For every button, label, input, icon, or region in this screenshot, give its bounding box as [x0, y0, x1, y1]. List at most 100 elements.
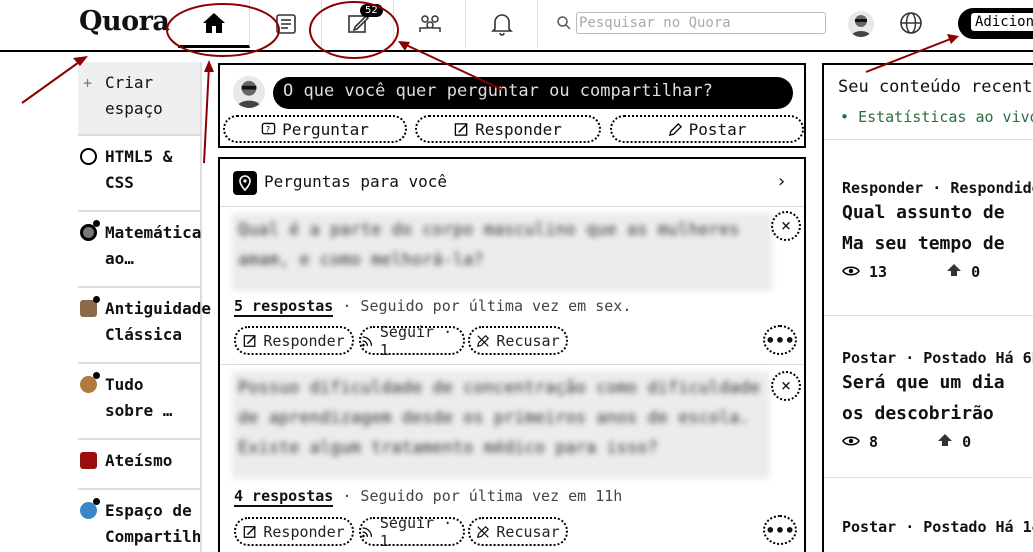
feed-title: Perguntas para você — [264, 172, 448, 191]
pencil-square-icon — [244, 334, 257, 347]
question-text[interactable]: Qual é a parte do corpo masculino que as… — [232, 213, 772, 291]
live-dot-icon: • — [840, 108, 850, 126]
pencil-square-icon — [244, 525, 257, 538]
more-options-icon[interactable]: ••• — [763, 325, 797, 355]
ask-input[interactable]: O que você quer perguntar ou compartilha… — [273, 77, 793, 109]
sidebar-item-label: Ateísmo — [105, 451, 173, 470]
followed-info: · Seguido por última vez em 11h — [342, 487, 623, 505]
sidebar-item-label: Matemática ao… — [105, 223, 202, 268]
profile-avatar[interactable] — [848, 11, 874, 37]
views-count: 8 — [869, 433, 879, 451]
people-icon — [418, 15, 441, 32]
search-bar[interactable] — [556, 9, 832, 37]
respond-label: Responder — [263, 331, 345, 350]
recent-content-panel: Seu conteúdo recente • Estatísticas ao v… — [822, 63, 1033, 552]
sidebar-item-label: Antiguidade Clássica — [105, 299, 211, 344]
feed-header[interactable]: Perguntas para você › — [220, 159, 804, 207]
recent-item-stats: 8 0 — [842, 433, 1033, 451]
question-card: Possuo dificuldade de concentração como … — [220, 365, 804, 552]
spaces-button[interactable] — [394, 0, 466, 48]
answer-nav-button[interactable] — [322, 0, 394, 48]
upvotes-count: 0 — [971, 263, 981, 281]
decline-button[interactable]: Recusar — [468, 326, 568, 355]
sidebar-item-ateismo[interactable]: Ateísmo — [78, 440, 202, 490]
sidebar-item-matematica[interactable]: Matemática ao… — [78, 212, 202, 288]
add-question-button[interactable]: Adiciona — [958, 8, 1033, 39]
views-count: 13 — [869, 263, 888, 281]
questions-feed: Perguntas para você › Qual é a parte do … — [218, 157, 806, 552]
rss-icon — [362, 335, 373, 346]
ask-box: O que você quer perguntar ou compartilha… — [218, 63, 806, 148]
chevron-right-icon[interactable]: › — [776, 171, 787, 192]
unread-dot — [93, 220, 100, 227]
following-icon — [275, 14, 296, 34]
home-icon — [202, 12, 225, 33]
unread-dot — [93, 372, 100, 379]
pencil-icon — [668, 122, 682, 136]
decline-button[interactable]: Recusar — [468, 517, 568, 546]
follow-button[interactable]: Seguir · 1 — [359, 323, 465, 359]
quora-logo[interactable]: Quora — [79, 6, 170, 37]
post-button[interactable]: Postar — [610, 115, 804, 143]
eye-icon — [842, 266, 860, 276]
home-arrow — [203, 65, 210, 164]
respond-label: Responder — [263, 522, 345, 541]
user-avatar — [233, 76, 265, 108]
question-card: Qual é a parte do corpo masculino que as… — [220, 207, 804, 364]
recent-item-question[interactable]: Será que um dia os descobrirão uma mane — [842, 367, 1032, 429]
answer-label: Responder — [475, 119, 562, 139]
close-icon[interactable]: × — [771, 371, 801, 401]
sidebar-item-html5-css[interactable]: HTML5 & CSS — [78, 136, 202, 212]
question-meta: 4 respostas · Seguido por última vez em … — [234, 487, 623, 507]
answers-count[interactable]: 5 respostas — [234, 297, 334, 317]
respond-button[interactable]: Responder — [234, 326, 354, 355]
respond-button[interactable]: Responder — [234, 517, 354, 546]
search-icon — [557, 16, 571, 30]
ask-question-button[interactable]: ? Perguntar — [223, 115, 407, 143]
notifications-button[interactable] — [466, 0, 538, 48]
sidebar-item-create-space[interactable]: + Criar espaço — [78, 62, 202, 136]
user-avatar-icon — [848, 11, 874, 37]
recent-item-type: Postar · Postado Há 14h — [842, 518, 1033, 536]
sidebar-item-compartilhamento[interactable]: Espaço de Compartilha… — [78, 490, 202, 552]
live-stats-link[interactable]: • Estatísticas ao vivo — [840, 108, 1033, 126]
home-button[interactable] — [178, 0, 250, 48]
post-label: Postar — [688, 119, 747, 139]
answer-button[interactable]: Responder — [415, 115, 601, 143]
recent-item[interactable]: Postar · Postado Há 14h — [842, 518, 1033, 536]
pencil-square-icon — [454, 122, 468, 136]
upvote-icon — [938, 434, 953, 446]
add-question-label: Adiciona — [971, 13, 1033, 31]
language-button[interactable] — [899, 11, 923, 39]
ask-question-label: Perguntar — [282, 119, 369, 139]
recent-item-stats: 13 0 — [842, 263, 1033, 281]
notification-badge: 52 — [360, 4, 383, 17]
live-stats-label: Estatísticas ao vivo — [858, 108, 1033, 126]
follow-label: Seguir · 1 — [379, 513, 453, 550]
svg-text:?: ? — [266, 124, 270, 134]
bell-icon — [490, 14, 513, 36]
unread-dot — [93, 498, 100, 505]
recent-item-type: Responder · Respondido — [842, 179, 1033, 197]
divider — [824, 477, 1033, 478]
recent-item[interactable]: Postar · Postado Há 6h Será que um dia o… — [842, 349, 1033, 451]
sidebar-item-label: Espaço de Compartilha… — [105, 501, 202, 546]
following-button[interactable] — [250, 0, 322, 48]
recent-item-type: Postar · Postado Há 6h — [842, 349, 1033, 367]
search-input[interactable] — [576, 12, 826, 34]
recent-item-question[interactable]: Qual assunto de Ma seu tempo de escola — [842, 197, 1032, 259]
sidebar-item-tudo-sobre[interactable]: Tudo sobre … — [78, 364, 202, 440]
recent-content-title: Seu conteúdo recente — [838, 77, 1033, 97]
recent-item[interactable]: Responder · Respondido Qual assunto de M… — [842, 179, 1033, 281]
answers-count[interactable]: 4 respostas — [234, 487, 334, 507]
sidebar-item-antiguidade[interactable]: Antiguidade Clássica — [78, 288, 211, 364]
more-options-icon[interactable]: ••• — [763, 515, 797, 545]
follow-label: Seguir · 1 — [379, 322, 453, 359]
html-icon — [80, 148, 97, 165]
follow-button[interactable]: Seguir · 1 — [359, 514, 465, 550]
question-text[interactable]: Possuo dificuldade de concentração como … — [232, 371, 770, 479]
spaces-sidebar: + Criar espaço HTML5 & CSS Matemática ao… — [78, 62, 211, 552]
questions-for-you-icon — [233, 171, 257, 195]
close-icon[interactable]: × — [771, 211, 801, 241]
followed-info: · Seguido por última vez em sex. — [342, 297, 632, 315]
